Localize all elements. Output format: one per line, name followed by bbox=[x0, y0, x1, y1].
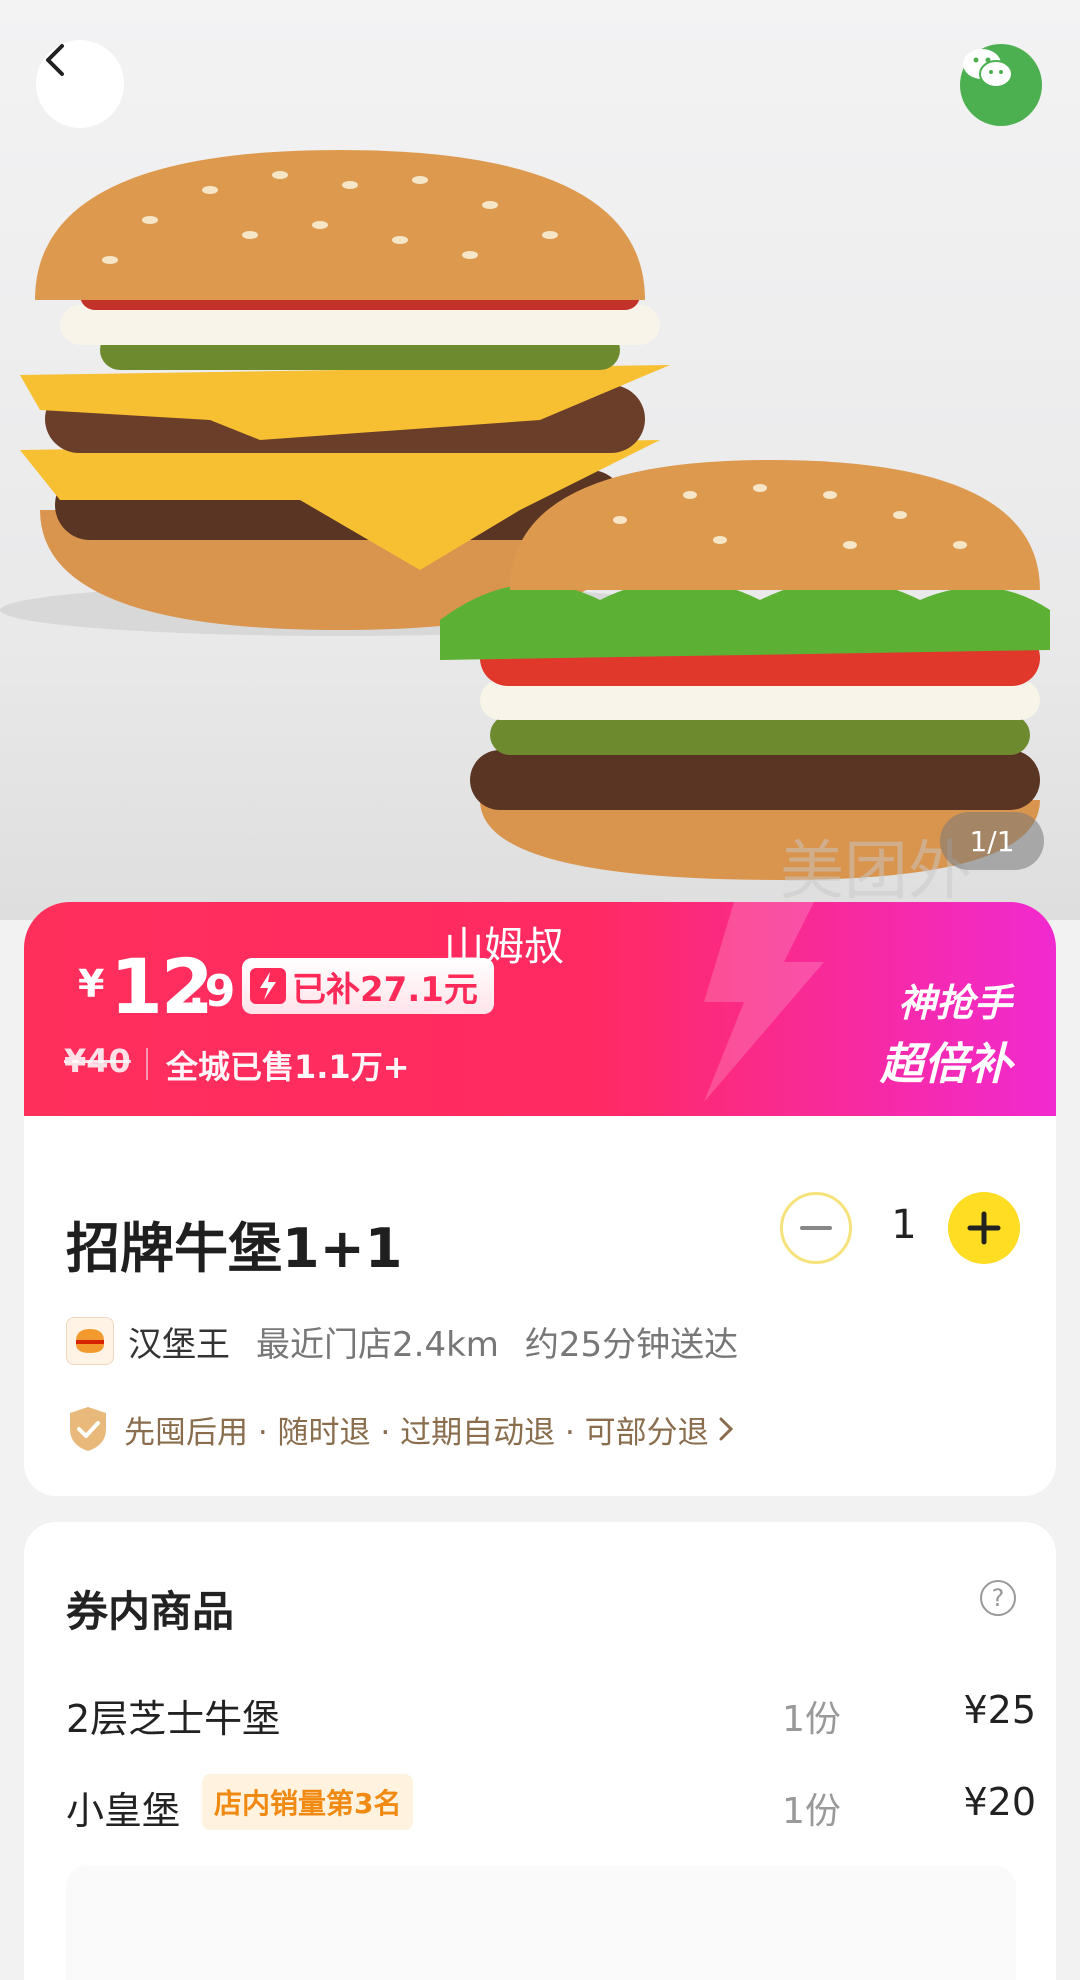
promo-tag-line2: 超倍补 bbox=[880, 1039, 1012, 1090]
item-quantity: 1份 bbox=[782, 1699, 841, 1740]
help-icon[interactable]: ? bbox=[980, 1580, 1016, 1616]
chevron-left-icon bbox=[46, 44, 64, 76]
refund-policy-text: 先囤后用 · 随时退 · 过期自动退 · 可部分退 bbox=[124, 1414, 709, 1451]
wechat-icon bbox=[963, 49, 1013, 88]
coupon-details-box bbox=[66, 1866, 1016, 1980]
sales-rank-badge: 店内销量第3名 bbox=[202, 1774, 414, 1830]
item-price: ¥25 bbox=[963, 1688, 1036, 1732]
shield-check-icon bbox=[70, 1407, 106, 1451]
section-title: 券内商品 bbox=[66, 1587, 235, 1636]
store-distance: 最近门店2.4km bbox=[256, 1324, 499, 1365]
item-name: 小皇堡 bbox=[66, 1789, 181, 1833]
product-info-card: 招牌牛堡1+1 1 汉堡王 最近门店2.4km 约25分钟送达 先囤后用 · 随… bbox=[24, 1116, 1056, 1496]
list-item: 2层芝士牛堡 1份 ¥25 bbox=[66, 1680, 1036, 1741]
list-item: 小皇堡 店内销量第3名 1份 ¥20 bbox=[66, 1772, 1036, 1833]
store-info-row[interactable]: 汉堡王 最近门店2.4km 约25分钟送达 bbox=[66, 1316, 738, 1366]
product-image-carousel[interactable]: 美团外 1/1 bbox=[0, 0, 1080, 920]
burger-product-image bbox=[0, 150, 1050, 880]
quantity-decrease-button[interactable] bbox=[780, 1192, 852, 1264]
overlay-username: 山姆叔 bbox=[444, 924, 564, 970]
quantity-value: 1 bbox=[891, 1202, 917, 1248]
chevron-right-icon bbox=[719, 1417, 733, 1441]
wechat-share-button[interactable] bbox=[960, 44, 1042, 126]
product-title: 招牌牛堡1+1 bbox=[66, 1217, 403, 1280]
sold-count: 全城已售1.1万+ bbox=[166, 1048, 410, 1086]
lightning-decoration-icon bbox=[704, 902, 824, 1102]
store-logo-icon bbox=[66, 1317, 114, 1365]
original-price: ¥40 bbox=[64, 1042, 131, 1080]
image-page-indicator: 1/1 bbox=[940, 812, 1044, 870]
item-quantity: 1份 bbox=[782, 1791, 841, 1832]
price-currency: ¥ bbox=[78, 962, 105, 1006]
quantity-increase-button[interactable] bbox=[948, 1192, 1020, 1264]
back-button[interactable] bbox=[36, 40, 124, 128]
store-name: 汉堡王 bbox=[128, 1324, 230, 1365]
delivery-eta: 约25分钟送达 bbox=[524, 1324, 739, 1365]
coupon-items-card: 券内商品 ? 2层芝士牛堡 1份 ¥25 小皇堡 店内销量第3名 1份 ¥20 bbox=[24, 1522, 1056, 1980]
divider bbox=[146, 1048, 148, 1080]
lightning-icon bbox=[250, 968, 286, 1004]
refund-policy-row[interactable]: 先囤后用 · 随时退 · 过期自动退 · 可部分退 bbox=[66, 1404, 735, 1454]
price-decimal: .9 bbox=[188, 966, 236, 1017]
item-name: 2层芝士牛堡 bbox=[66, 1697, 281, 1741]
promo-tag-line1: 神抢手 bbox=[897, 981, 1012, 1025]
item-price: ¥20 bbox=[963, 1780, 1036, 1824]
plus-icon bbox=[967, 1211, 1001, 1245]
